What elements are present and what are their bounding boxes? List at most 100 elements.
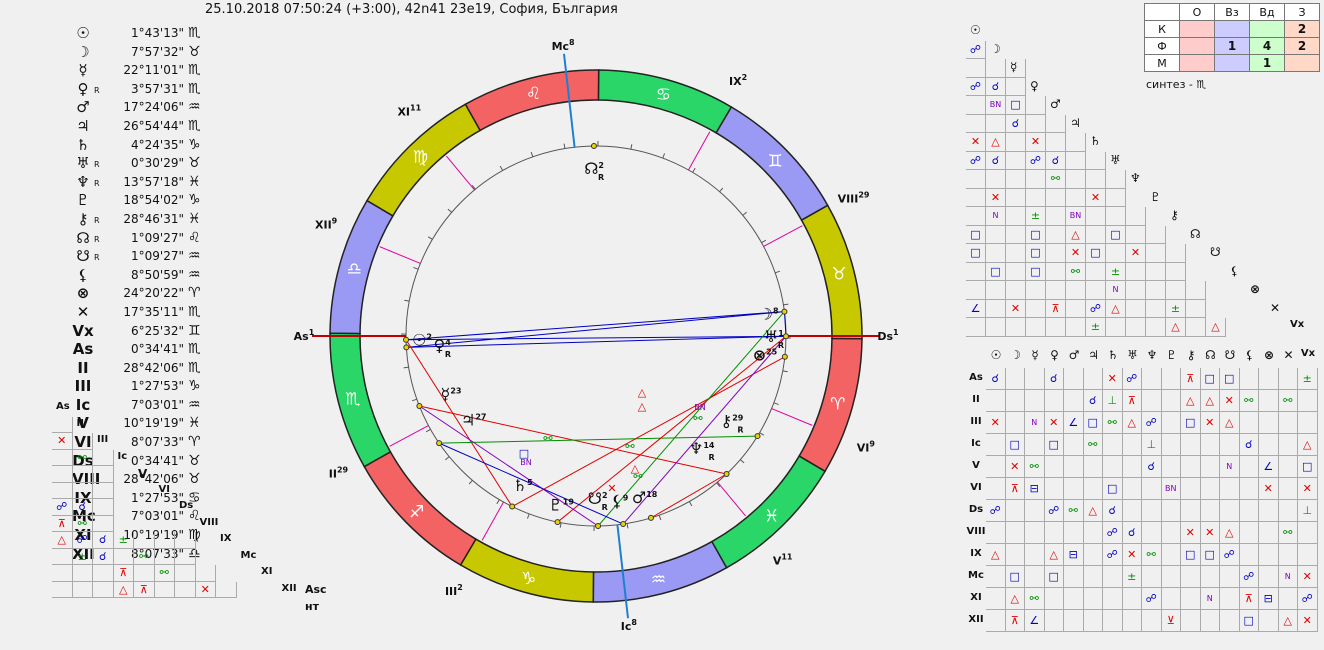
degree-tick xyxy=(413,267,418,269)
house-label-sup: 2 xyxy=(742,73,748,82)
aspect-cell xyxy=(986,318,1006,337)
grid-col-header: ☋ xyxy=(1220,348,1240,362)
planet-glyph: ♅ xyxy=(764,327,778,346)
planet-glyph: ♂ xyxy=(72,98,94,117)
triangle-glyph: ♄ xyxy=(1090,134,1101,148)
aspect-cell xyxy=(1142,390,1162,412)
zodiac-sign-glyph: ♏ xyxy=(345,390,360,410)
quality-row-label: М xyxy=(1145,55,1180,72)
aspect-cell: △ xyxy=(1220,522,1240,544)
house-label-text: VIII xyxy=(838,192,859,205)
quality-cell xyxy=(1285,55,1320,72)
aspect-mark: ⚯ xyxy=(693,412,703,425)
aspect-cell xyxy=(93,450,114,467)
house-label: Ic8 xyxy=(621,618,638,633)
aspect-cell: △ xyxy=(1206,318,1226,337)
aspect-cell xyxy=(1026,189,1046,208)
aspect-cell xyxy=(1066,318,1086,337)
degree-tick xyxy=(531,152,533,157)
aspect-cell xyxy=(1046,115,1066,134)
planet-glyph: ⚷ xyxy=(72,210,94,229)
degree-tick xyxy=(527,514,529,519)
degree-tick xyxy=(500,166,502,170)
aspect-cell xyxy=(1086,263,1106,282)
aspect-cell xyxy=(1025,368,1045,390)
degree-tick xyxy=(775,271,780,273)
planet-row: ⊗24°20'22"♈ xyxy=(72,284,184,303)
retrograde-mark: R xyxy=(737,425,743,434)
degree-tick xyxy=(743,212,747,215)
aspect-cell xyxy=(1259,412,1279,434)
aspect-cell xyxy=(1126,318,1146,337)
house-cusp-line xyxy=(772,409,813,426)
aspect-cell xyxy=(1162,500,1182,522)
planet-degree: 28°46'31" xyxy=(123,210,184,229)
aspect-cell: ✕ xyxy=(1123,544,1143,566)
aspect-cell xyxy=(73,565,94,582)
planet-degree: 28°42'06" xyxy=(123,470,184,489)
aspect-cell xyxy=(1240,368,1260,390)
aspect-cell xyxy=(1166,263,1186,282)
planet-glyph: ☋ xyxy=(72,247,94,266)
planet-row: Vx6°25'32"♊ xyxy=(72,322,184,341)
aspect-cell xyxy=(1006,152,1026,171)
aspect-line xyxy=(419,406,598,526)
aspect-cell xyxy=(1026,318,1046,337)
aspect-cell xyxy=(1006,207,1026,226)
aspect-cell xyxy=(93,483,114,500)
aspect-cell: ✕ xyxy=(1181,522,1201,544)
planet-row: III1°27'53"♑ xyxy=(72,377,184,396)
quality-cell xyxy=(1180,38,1215,55)
triangle-glyph: ⚷ xyxy=(1170,208,1179,222)
aspect-cell xyxy=(1220,434,1240,456)
grid-col-header: ♅ xyxy=(1123,348,1143,362)
aspect-cell xyxy=(986,390,1006,412)
house-label-text: As xyxy=(294,330,310,343)
grid-row-label: IX xyxy=(966,548,986,559)
aspect-cell xyxy=(1146,318,1166,337)
aspect-cell xyxy=(1064,434,1084,456)
planet-point xyxy=(417,404,422,409)
aspect-cell xyxy=(1106,170,1126,189)
aspect-cell xyxy=(1066,281,1086,300)
aspect-cell: ⚯ xyxy=(1103,412,1123,434)
triangle-glyph: ♃ xyxy=(1070,116,1081,130)
aspect-cell: ☍ xyxy=(1123,368,1143,390)
grid-row-label: Ic xyxy=(966,438,986,449)
grid-col-header: ☊ xyxy=(1201,348,1221,362)
degree-tick xyxy=(689,501,691,505)
aspect-cell xyxy=(93,582,114,599)
sign-glyph: ♉ xyxy=(188,452,201,471)
aspect-cell xyxy=(1086,281,1106,300)
planet-glyph: ♆ xyxy=(689,439,703,458)
aspect-cell: △ xyxy=(114,582,135,599)
sign-glyph: ♓ xyxy=(188,173,201,192)
aspect-cell xyxy=(1106,318,1126,337)
aspect-cell: □ xyxy=(1298,456,1318,478)
planet-row: ☉1°43'13"♏ xyxy=(72,24,184,43)
planet-point xyxy=(404,345,409,350)
aspect-cell xyxy=(1103,588,1123,610)
aspect-cell xyxy=(175,532,196,549)
aspect-cell xyxy=(966,263,986,282)
planet-row: ☽7°57'32"♉ xyxy=(72,43,184,62)
planet-degree: 4°24'35" xyxy=(131,136,184,155)
aspect-cell xyxy=(1240,544,1260,566)
aspect-cell: ☌ xyxy=(93,532,114,549)
aspect-cell xyxy=(114,549,135,566)
aspect-cell: ⚯ xyxy=(1142,544,1162,566)
aspect-cell xyxy=(52,549,73,566)
aspect-cell xyxy=(1006,281,1026,300)
zodiac-sign-glyph: ♉ xyxy=(831,264,846,284)
aspect-cell xyxy=(1064,478,1084,500)
aspect-cell xyxy=(1064,588,1084,610)
planet-row: ☿22°11'01"♏ xyxy=(72,61,184,80)
quality-cell xyxy=(1215,55,1250,72)
planet-glyph: ⚸ xyxy=(611,491,623,510)
aspect-cell xyxy=(1181,610,1201,632)
aspect-cell: □ xyxy=(1240,610,1260,632)
aspect-cell: N xyxy=(986,207,1006,226)
retrograde-mark: R xyxy=(709,453,715,462)
house-label-sup: 29 xyxy=(858,190,870,199)
zodiac-sign-glyph: ♋ xyxy=(656,85,671,105)
